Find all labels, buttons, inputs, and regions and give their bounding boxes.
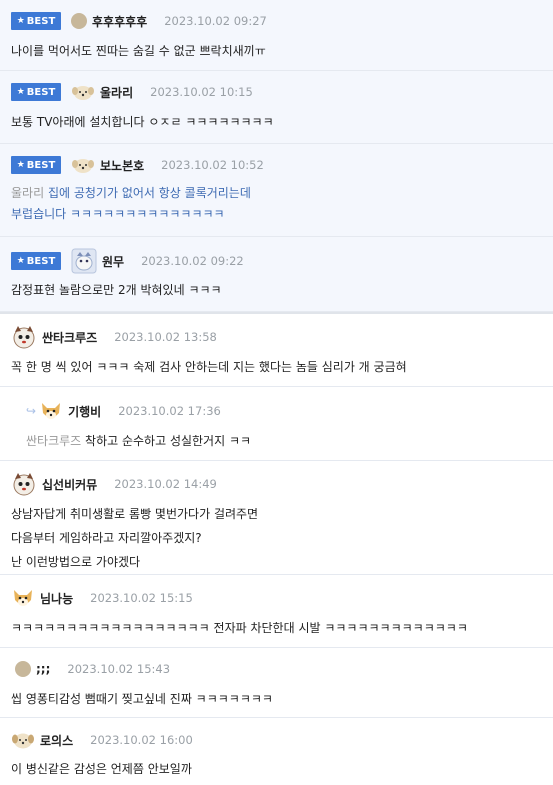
comment-text: 상남자답게 취미생활로 롬빵 몇번가다가 걸려주면 다음부터 게임하라고 자리깔… <box>11 502 553 574</box>
best-badge: ★ BEST <box>11 252 61 270</box>
nickname[interactable]: 로의스 <box>40 732 73 749</box>
nickname[interactable]: 님나능 <box>40 590 73 607</box>
comment-item: 싼타크루즈 2023.10.02 13:58 꼭 한 명 씩 있어 ㅋㅋㅋ 숙제… <box>0 314 553 387</box>
best-badge: ★ BEST <box>11 156 61 174</box>
comment-item: 님나능 2023.10.02 15:15 ㅋㅋㅋㅋㅋㅋㅋㅋㅋㅋㅋㅋㅋㅋㅋㅋㅋㅋ … <box>0 575 553 648</box>
avatar[interactable] <box>71 13 87 29</box>
nickname[interactable]: 보노본호 <box>100 157 144 174</box>
comment-item: 십선비커뮤 2023.10.02 14:49 상남자답게 취미생활로 롬빵 몇번… <box>0 461 553 575</box>
comment-item: 로의스 2023.10.02 16:00 이 병신같은 감성은 언제쯤 안보일까 <box>0 718 553 785</box>
avatar-puppy-icon[interactable] <box>71 83 95 101</box>
nickname[interactable]: ;;; <box>36 662 50 676</box>
avatar-cat-icon[interactable] <box>11 324 37 350</box>
comment-text: 나이를 먹어서도 찐따는 숨길 수 없군 쁘락치새끼ㅠ <box>11 44 266 58</box>
comment-date: 2023.10.02 13:58 <box>114 330 217 344</box>
comment-text-body: 착하고 순수하고 성실한거지 ㅋㅋ <box>85 434 252 448</box>
star-icon: ★ <box>16 256 25 266</box>
comment-item: ;;; 2023.10.02 15:43 씹 영퐁티감성 뻠때기 찢고싶네 진짜… <box>0 648 553 718</box>
best-badge: ★ BEST <box>11 12 61 30</box>
comment-text: 꼭 한 명 씩 있어 ㅋㅋㅋ 숙제 검사 안하는데 지는 했다는 놈들 심리가 … <box>11 360 407 374</box>
reply-arrow-icon: ↪ <box>26 404 37 418</box>
comment-text-line: 집에 공청기가 없어서 항상 콜록거리는데 <box>47 186 251 200</box>
comment-date: 2023.10.02 15:43 <box>67 662 171 676</box>
comment-text: 감정표현 놀람으로만 2개 박혀있네 ㅋㅋㅋ <box>11 283 222 297</box>
comment-date: 2023.10.02 10:52 <box>161 158 264 172</box>
comment-text: 보통 TV아래에 설치합니다 ㅇㅈㄹ ㅋㅋㅋㅋㅋㅋㅋㅋ <box>11 115 274 129</box>
avatar-puppy-icon[interactable] <box>11 730 35 750</box>
comment-text: 이 병신같은 감성은 언제쯤 안보일까 <box>11 762 192 776</box>
avatar-shiba-icon[interactable] <box>39 399 63 423</box>
comment-date: 2023.10.02 09:22 <box>141 254 244 268</box>
comment-text-line: 상남자답게 취미생활로 롬빵 몇번가다가 걸려주면 <box>11 507 259 521</box>
avatar[interactable] <box>15 661 31 677</box>
best-badge: ★ BEST <box>11 83 61 101</box>
comment-text-line: 다음부터 게임하라고 자리깔아주겠지? <box>11 531 202 545</box>
comment-date: 2023.10.02 10:15 <box>150 85 253 99</box>
comment-date: 2023.10.02 09:27 <box>164 14 267 28</box>
nickname[interactable]: 싼타크루즈 <box>42 329 97 346</box>
avatar-puppy-icon[interactable] <box>71 156 95 174</box>
reply-target-nickname[interactable]: 싼타크루즈 <box>26 434 81 448</box>
comment-text: 울라리 집에 공청기가 없어서 항상 콜록거리는데 부럽습니다 ㅋㅋㅋㅋㅋㅋㅋㅋ… <box>11 183 553 225</box>
comment-text: 씹 영퐁티감성 뻠때기 찢고싶네 진짜 ㅋㅋㅋㅋㅋㅋㅋ <box>11 692 273 706</box>
nickname[interactable]: 원무 <box>102 253 124 270</box>
reply-item: ↪ 기행비 2023.10.02 17:36 싼타크루즈 착하고 순수하고 성실… <box>0 387 553 461</box>
comment-text-line: 부럽습니다 ㅋㅋㅋㅋㅋㅋㅋㅋㅋㅋㅋㅋㅋㅋ <box>11 207 225 221</box>
comment-date: 2023.10.02 14:49 <box>114 477 217 491</box>
comment-item: ★ BEST 울라리 2023.10.02 10:15 보통 TV아래에 설치합니… <box>0 71 553 144</box>
nickname[interactable]: 후후후후후 <box>92 13 147 30</box>
comment-text: ㅋㅋㅋㅋㅋㅋㅋㅋㅋㅋㅋㅋㅋㅋㅋㅋㅋㅋ 전자파 차단한대 시발 ㅋㅋㅋㅋㅋㅋㅋㅋㅋ… <box>11 621 468 635</box>
avatar-shiba-icon[interactable] <box>11 586 35 610</box>
reply-target-nickname[interactable]: 울라리 <box>11 186 44 200</box>
comment-date: 2023.10.02 17:36 <box>118 404 221 418</box>
comment-text-line: 난 이런방법으로 가야겠다 <box>11 555 141 569</box>
nickname[interactable]: 십선비커뮤 <box>42 476 97 493</box>
avatar-cat-icon[interactable] <box>11 471 37 497</box>
nickname[interactable]: 울라리 <box>100 84 133 101</box>
comment-date: 2023.10.02 15:15 <box>90 591 193 605</box>
comment-item: ★ BEST 원무 2023.10.02 09:22 감정표현 놀람으로만 2개 … <box>0 237 553 312</box>
comment-text: 싼타크루즈 착하고 순수하고 성실한거지 ㅋㅋ <box>26 429 553 453</box>
star-icon: ★ <box>16 160 25 170</box>
star-icon: ★ <box>16 87 25 97</box>
comment-item: ★ BEST 보노본호 2023.10.02 10:52 울라리 집에 공청기가 … <box>0 144 553 237</box>
avatar-character-icon[interactable] <box>71 248 97 274</box>
star-icon: ★ <box>16 16 25 26</box>
comment-item: ★ BEST 후후후후후 2023.10.02 09:27 나이를 먹어서도 찐따… <box>0 0 553 71</box>
nickname[interactable]: 기행비 <box>68 403 101 420</box>
comment-date: 2023.10.02 16:00 <box>90 733 193 747</box>
